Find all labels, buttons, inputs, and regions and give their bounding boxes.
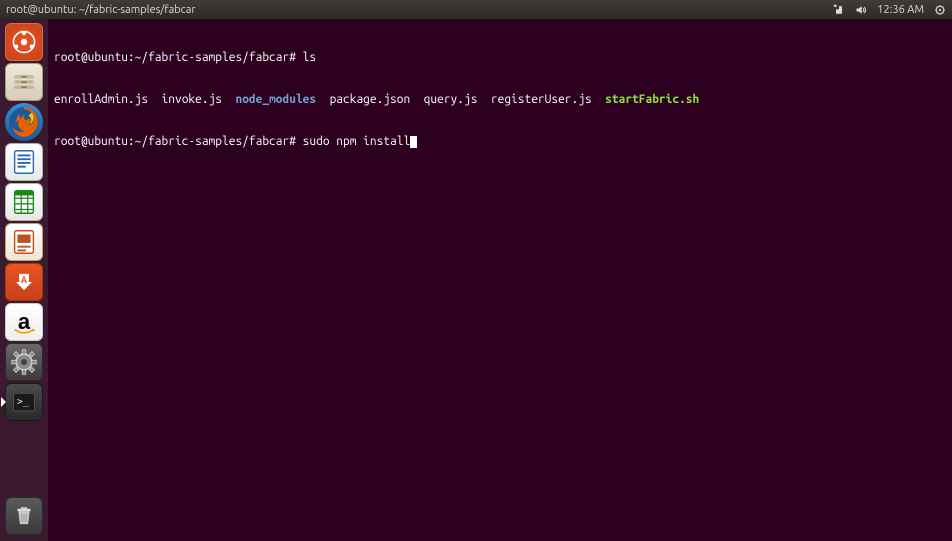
dash-icon[interactable]	[5, 23, 43, 61]
software-icon[interactable]: A	[5, 263, 43, 301]
prompt: root@ubuntu:~/fabric-samples/fabcar#	[54, 135, 296, 148]
svg-text:>_: >_	[17, 397, 29, 408]
amazon-icon[interactable]: a	[5, 303, 43, 341]
ls-entry: package.json	[330, 93, 411, 106]
ls-entry: node_modules	[235, 93, 316, 106]
terminal-output[interactable]: root@ubuntu:~/fabric-samples/fabcar# ls …	[48, 19, 952, 541]
top-panel: root@ubuntu: ~/fabric-samples/fabcar 12:…	[0, 0, 952, 19]
terminal-line-ls: enrollAdmin.js invoke.js node_modules pa…	[54, 93, 946, 107]
svg-text:A: A	[21, 275, 28, 285]
terminal-line-1: root@ubuntu:~/fabric-samples/fabcar# ls	[54, 51, 946, 65]
impress-icon[interactable]	[5, 223, 43, 261]
ls-entry: enrollAdmin.js	[54, 93, 148, 106]
cursor	[410, 136, 417, 148]
launcher: A a >_	[0, 19, 48, 541]
command-text: sudo npm install	[303, 135, 411, 148]
ls-entry: registerUser.js	[491, 93, 592, 106]
sound-icon[interactable]	[855, 4, 867, 16]
ls-entry: startFabric.sh	[605, 93, 699, 106]
power-icon[interactable]	[934, 4, 946, 16]
ls-entry: query.js	[424, 93, 478, 106]
files-icon[interactable]	[5, 63, 43, 101]
writer-icon[interactable]	[5, 143, 43, 181]
clock-time[interactable]: 12:36 AM	[877, 4, 924, 16]
indicator-area: 12:36 AM	[833, 4, 946, 16]
network-icon[interactable]	[833, 4, 845, 16]
firefox-icon[interactable]	[5, 103, 43, 141]
trash-icon[interactable]	[5, 497, 43, 535]
calc-icon[interactable]	[5, 183, 43, 221]
terminal-line-2: root@ubuntu:~/fabric-samples/fabcar# sud…	[54, 135, 946, 149]
prompt: root@ubuntu:~/fabric-samples/fabcar#	[54, 51, 296, 64]
settings-icon[interactable]	[5, 343, 43, 381]
command-text: ls	[303, 51, 316, 64]
ls-entry: invoke.js	[162, 93, 222, 106]
window-title: root@ubuntu: ~/fabric-samples/fabcar	[6, 4, 833, 16]
terminal-icon[interactable]: >_	[5, 383, 43, 421]
